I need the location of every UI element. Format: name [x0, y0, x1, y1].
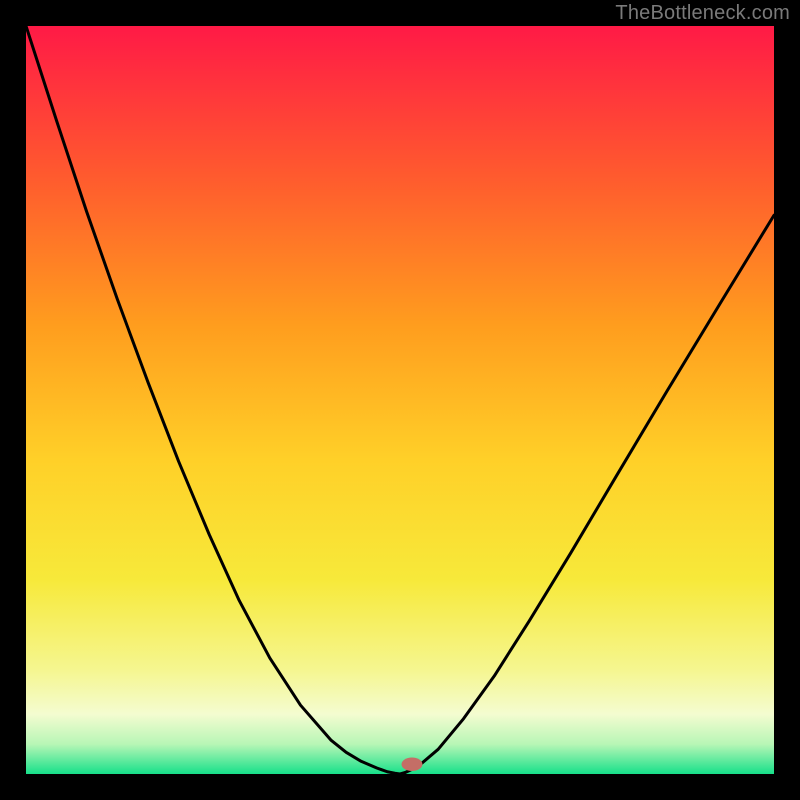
- plot-area: [26, 26, 774, 774]
- marker-dot: [402, 758, 423, 771]
- watermark-text: TheBottleneck.com: [615, 2, 790, 25]
- chart-outer: TheBottleneck.com: [0, 0, 800, 800]
- plot-svg: [26, 26, 774, 774]
